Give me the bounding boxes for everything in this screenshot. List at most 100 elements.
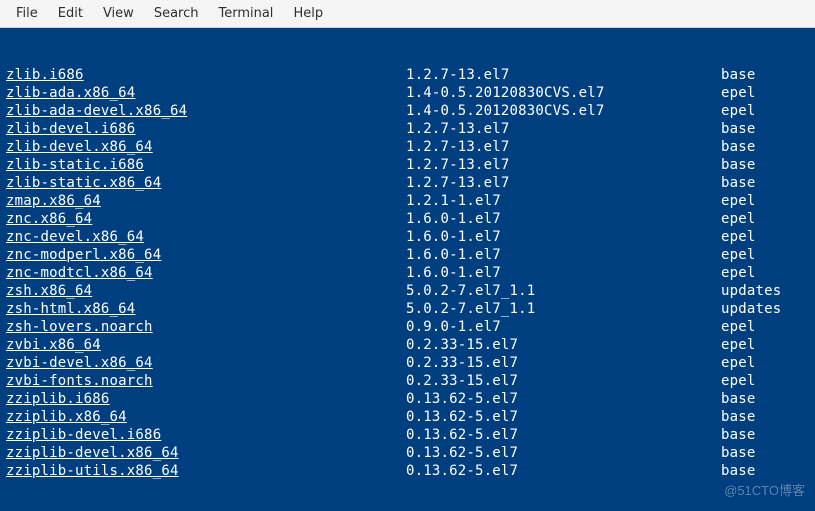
menu-search[interactable]: Search — [144, 2, 209, 25]
package-row: zlib-devel.i6861.2.7-13.el7base — [6, 120, 809, 138]
package-row: zvbi-devel.x86_640.2.33-15.el7epel — [6, 354, 809, 372]
package-version: 1.2.1-1.el7 — [406, 192, 721, 210]
package-row: znc-modperl.x86_641.6.0-1.el7epel — [6, 246, 809, 264]
package-name: zziplib.i686 — [6, 390, 406, 408]
package-name: zlib-devel.i686 — [6, 120, 406, 138]
package-version: 5.0.2-7.el7_1.1 — [406, 282, 721, 300]
package-repo: epel — [721, 264, 809, 282]
package-repo: epel — [721, 102, 809, 120]
package-row: zziplib.x86_640.13.62-5.el7base — [6, 408, 809, 426]
package-name: zlib-static.i686 — [6, 156, 406, 174]
package-version: 1.4-0.5.20120830CVS.el7 — [406, 84, 721, 102]
package-row: znc.x86_641.6.0-1.el7epel — [6, 210, 809, 228]
package-row: zsh-lovers.noarch0.9.0-1.el7epel — [6, 318, 809, 336]
package-repo: epel — [721, 336, 809, 354]
package-name: zziplib-devel.x86_64 — [6, 444, 406, 462]
package-version: 0.13.62-5.el7 — [406, 444, 721, 462]
package-row: znc-modtcl.x86_641.6.0-1.el7epel — [6, 264, 809, 282]
package-name: zsh-html.x86_64 — [6, 300, 406, 318]
package-repo: epel — [721, 246, 809, 264]
package-version: 1.4-0.5.20120830CVS.el7 — [406, 102, 721, 120]
package-repo: base — [721, 156, 809, 174]
package-repo: base — [721, 444, 809, 462]
package-name: zlib.i686 — [6, 66, 406, 84]
package-repo: epel — [721, 192, 809, 210]
package-version: 1.2.7-13.el7 — [406, 66, 721, 84]
terminal-output[interactable]: zlib.i6861.2.7-13.el7basezlib-ada.x86_64… — [0, 28, 815, 511]
package-version: 5.0.2-7.el7_1.1 — [406, 300, 721, 318]
package-name: znc-modperl.x86_64 — [6, 246, 406, 264]
package-version: 1.2.7-13.el7 — [406, 120, 721, 138]
package-name: zlib-ada-devel.x86_64 — [6, 102, 406, 120]
package-version: 0.2.33-15.el7 — [406, 372, 721, 390]
menu-help[interactable]: Help — [283, 2, 333, 25]
menu-file[interactable]: File — [6, 2, 48, 25]
package-repo: base — [721, 66, 809, 84]
package-repo: epel — [721, 228, 809, 246]
menubar: FileEditViewSearchTerminalHelp — [0, 0, 815, 28]
package-row: zziplib.i6860.13.62-5.el7base — [6, 390, 809, 408]
package-name: zvbi-devel.x86_64 — [6, 354, 406, 372]
package-name: zvbi.x86_64 — [6, 336, 406, 354]
package-repo: epel — [721, 318, 809, 336]
package-version: 1.2.7-13.el7 — [406, 138, 721, 156]
package-row: znc-devel.x86_641.6.0-1.el7epel — [6, 228, 809, 246]
package-row: zvbi-fonts.noarch0.2.33-15.el7epel — [6, 372, 809, 390]
package-repo: epel — [721, 210, 809, 228]
package-version: 1.6.0-1.el7 — [406, 246, 721, 264]
package-repo: base — [721, 426, 809, 444]
package-repo: epel — [721, 354, 809, 372]
package-row: zziplib-utils.x86_640.13.62-5.el7base — [6, 462, 809, 480]
menu-terminal[interactable]: Terminal — [208, 2, 283, 25]
package-version: 0.13.62-5.el7 — [406, 426, 721, 444]
package-name: zmap.x86_64 — [6, 192, 406, 210]
package-name: znc-modtcl.x86_64 — [6, 264, 406, 282]
package-version: 1.6.0-1.el7 — [406, 264, 721, 282]
package-row: zlib.i6861.2.7-13.el7base — [6, 66, 809, 84]
package-name: zziplib-devel.i686 — [6, 426, 406, 444]
package-row: zvbi.x86_640.2.33-15.el7epel — [6, 336, 809, 354]
package-version: 0.13.62-5.el7 — [406, 390, 721, 408]
package-version: 0.13.62-5.el7 — [406, 462, 721, 480]
package-row: zlib-devel.x86_641.2.7-13.el7base — [6, 138, 809, 156]
package-name: zziplib.x86_64 — [6, 408, 406, 426]
menu-view[interactable]: View — [93, 2, 144, 25]
package-name: zvbi-fonts.noarch — [6, 372, 406, 390]
package-name: znc-devel.x86_64 — [6, 228, 406, 246]
package-repo: base — [721, 408, 809, 426]
package-name: znc.x86_64 — [6, 210, 406, 228]
package-row: zziplib-devel.i6860.13.62-5.el7base — [6, 426, 809, 444]
package-name: zlib-ada.x86_64 — [6, 84, 406, 102]
package-name: zlib-devel.x86_64 — [6, 138, 406, 156]
package-name: zlib-static.x86_64 — [6, 174, 406, 192]
package-version: 0.2.33-15.el7 — [406, 354, 721, 372]
package-version: 1.6.0-1.el7 — [406, 228, 721, 246]
package-row: zmap.x86_641.2.1-1.el7epel — [6, 192, 809, 210]
package-row: zlib-ada.x86_641.4-0.5.20120830CVS.el7ep… — [6, 84, 809, 102]
package-repo: updates — [721, 282, 809, 300]
package-repo: base — [721, 138, 809, 156]
package-version: 0.13.62-5.el7 — [406, 408, 721, 426]
package-row: zlib-ada-devel.x86_641.4-0.5.20120830CVS… — [6, 102, 809, 120]
package-repo: base — [721, 390, 809, 408]
package-name: zsh-lovers.noarch — [6, 318, 406, 336]
package-row: zsh-html.x86_645.0.2-7.el7_1.1updates — [6, 300, 809, 318]
package-row: zsh.x86_645.0.2-7.el7_1.1updates — [6, 282, 809, 300]
package-row: zziplib-devel.x86_640.13.62-5.el7base — [6, 444, 809, 462]
menu-edit[interactable]: Edit — [48, 2, 93, 25]
package-version: 1.6.0-1.el7 — [406, 210, 721, 228]
package-repo: epel — [721, 372, 809, 390]
package-repo: base — [721, 174, 809, 192]
package-version: 1.2.7-13.el7 — [406, 156, 721, 174]
package-row: zlib-static.i6861.2.7-13.el7base — [6, 156, 809, 174]
package-repo: epel — [721, 84, 809, 102]
package-repo: updates — [721, 300, 809, 318]
package-repo: base — [721, 120, 809, 138]
package-name: zziplib-utils.x86_64 — [6, 462, 406, 480]
package-repo: base — [721, 462, 809, 480]
package-version: 0.2.33-15.el7 — [406, 336, 721, 354]
package-version: 1.2.7-13.el7 — [406, 174, 721, 192]
package-version: 0.9.0-1.el7 — [406, 318, 721, 336]
package-name: zsh.x86_64 — [6, 282, 406, 300]
package-row: zlib-static.x86_641.2.7-13.el7base — [6, 174, 809, 192]
